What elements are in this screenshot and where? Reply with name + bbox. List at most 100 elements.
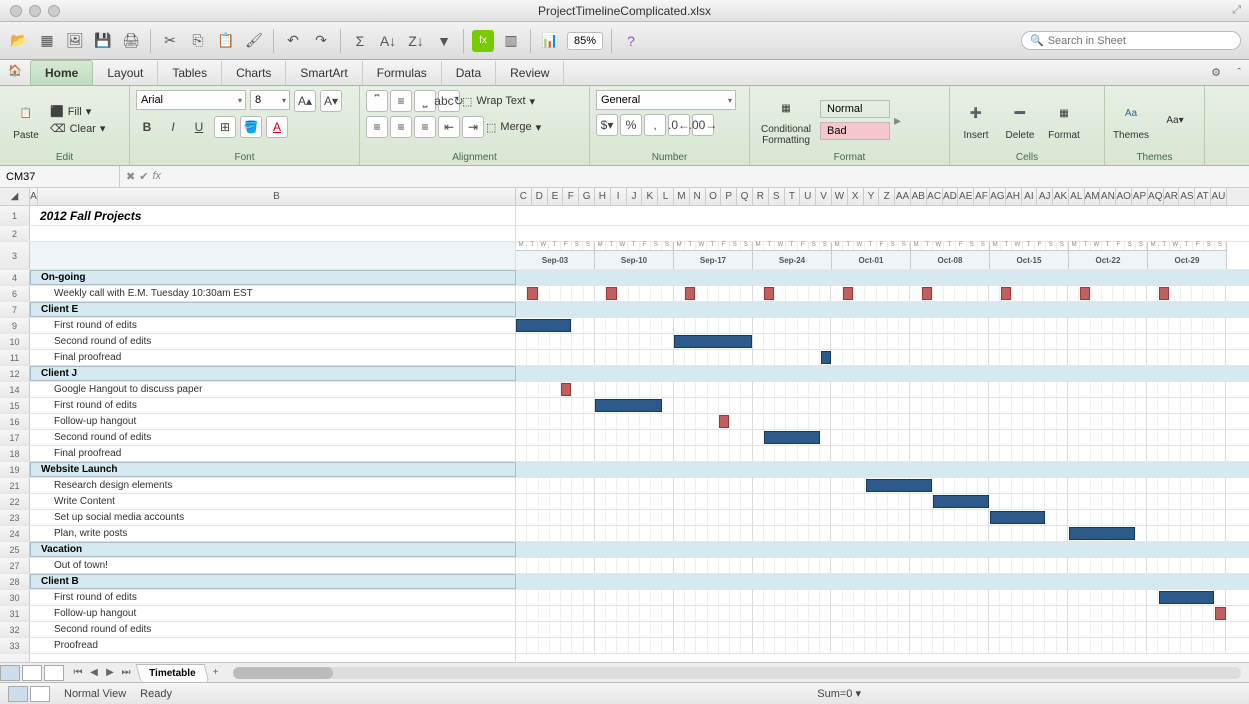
col-header[interactable]: AR [1164,188,1180,205]
col-header[interactable]: K [642,188,658,205]
new-icon[interactable]: ▦ [36,30,58,52]
col-header[interactable]: AH [1006,188,1022,205]
gantt-bar[interactable] [1069,527,1136,540]
copy-icon[interactable]: ⎘ [187,30,209,52]
percent-icon[interactable]: % [620,114,642,136]
fx-label-icon[interactable]: fx [152,170,161,183]
search-box[interactable]: 🔍 [1021,31,1241,50]
gantt-bar[interactable] [1080,287,1090,300]
row-header[interactable]: 25 [0,542,30,557]
gantt-bar[interactable] [933,495,988,508]
row-header[interactable]: 12 [0,366,30,381]
gantt-bar[interactable] [719,415,729,428]
sort-desc-icon[interactable]: Z↓ [405,30,427,52]
col-header[interactable]: H [595,188,611,205]
horizontal-scrollbar[interactable] [233,667,1242,679]
last-sheet-icon[interactable]: ⏭ [118,665,134,681]
themes-button[interactable]: AaThemes [1111,100,1151,141]
insert-cells-button[interactable]: ➕Insert [956,100,996,141]
add-sheet-icon[interactable]: + [207,667,225,678]
gantt-bar[interactable] [527,287,537,300]
col-header[interactable]: AT [1195,188,1211,205]
col-header[interactable]: J [627,188,643,205]
col-header[interactable]: F [563,188,579,205]
tab-data[interactable]: Data [442,61,496,85]
tab-charts[interactable]: Charts [222,61,286,85]
tab-layout[interactable]: Layout [93,61,158,85]
redo-icon[interactable]: ↷ [310,30,332,52]
fullscreen-icon[interactable]: ⤢ [1232,4,1241,17]
row-header[interactable]: 2 [0,226,30,241]
home-icon[interactable]: 🏠 [8,64,26,82]
style-bad[interactable]: Bad [820,122,890,140]
view-layout-icon[interactable] [30,686,50,702]
gantt-bar[interactable] [922,287,932,300]
view-normal-icon[interactable] [8,686,28,702]
col-header[interactable]: AJ [1037,188,1053,205]
col-header[interactable]: AE [958,188,974,205]
currency-icon[interactable]: $▾ [596,114,618,136]
increase-decimal-icon[interactable]: .00→ [692,114,714,136]
fill-color-button[interactable]: 🪣 [240,116,262,138]
zoom-window-button[interactable] [48,5,60,17]
gantt-bar[interactable] [561,383,571,396]
col-header[interactable]: AU [1211,188,1227,205]
row-header[interactable]: 32 [0,622,30,637]
col-header[interactable]: P [721,188,737,205]
row-header[interactable]: 21 [0,478,30,493]
clear-button[interactable]: ⌫ Clear ▾ [50,122,105,135]
row-header[interactable]: 17 [0,430,30,445]
col-header[interactable]: Y [864,188,880,205]
align-center-icon[interactable]: ≡ [390,116,412,138]
gantt-bar[interactable] [764,287,774,300]
col-header[interactable]: U [800,188,816,205]
col-header[interactable]: AB [911,188,927,205]
italic-button[interactable]: I [162,116,184,138]
gantt-bar[interactable] [821,351,831,364]
chevron-icon[interactable]: ˆ [1237,67,1241,79]
col-header[interactable]: O [706,188,722,205]
gantt-bar[interactable] [516,319,571,332]
row-header[interactable]: 4 [0,270,30,285]
style-normal[interactable]: Normal [820,100,890,118]
increase-font-icon[interactable]: A▴ [294,90,316,112]
accept-formula-icon[interactable]: ✔ [139,170,148,183]
align-bottom-icon[interactable]: ⎵ [414,90,436,112]
col-header[interactable]: AP [1132,188,1148,205]
styles-more-icon[interactable]: ▸ [894,112,901,129]
theme-fonts-button[interactable]: Aa▾ [1155,106,1195,134]
select-all-corner[interactable]: ◢ [0,188,30,205]
row-header[interactable]: 3 [0,242,30,269]
picture-icon[interactable]: 🖼 [64,30,86,52]
gantt-bar[interactable] [866,479,933,492]
font-size-select[interactable]: 8 [250,90,290,110]
indent-left-icon[interactable]: ⇤ [438,116,460,138]
row-header[interactable]: 19 [0,462,30,477]
print-icon[interactable]: 🖨 [120,30,142,52]
show-formulas-icon[interactable]: ▥ [500,30,522,52]
gantt-bar[interactable] [764,431,819,444]
tab-home[interactable]: Home [30,60,93,85]
row-header[interactable]: 24 [0,526,30,541]
row-header[interactable]: 15 [0,398,30,413]
gantt-bar[interactable] [1001,287,1011,300]
normal-view-icon[interactable] [0,665,20,681]
col-header[interactable]: X [848,188,864,205]
row-header[interactable]: 23 [0,510,30,525]
cancel-formula-icon[interactable]: ✖ [126,170,135,183]
search-input[interactable] [1048,35,1232,47]
align-middle-icon[interactable]: ≡ [390,90,412,112]
col-header[interactable]: AL [1069,188,1085,205]
spreadsheet-grid[interactable]: ◢ABCDEFGHIJKLMNOPQRSTUVWXYZAAABACADAEAFA… [0,188,1249,662]
undo-icon[interactable]: ↶ [282,30,304,52]
row-header[interactable]: 14 [0,382,30,397]
col-header[interactable]: R [753,188,769,205]
row-header[interactable]: 9 [0,318,30,333]
gantt-bar[interactable] [595,399,662,412]
sort-asc-icon[interactable]: A↓ [377,30,399,52]
minimize-window-button[interactable] [29,5,41,17]
col-header[interactable]: AN [1100,188,1116,205]
filter-icon[interactable]: ▼ [433,30,455,52]
orientation-icon[interactable]: abc↻ [438,90,460,112]
col-header[interactable]: A [30,188,38,205]
